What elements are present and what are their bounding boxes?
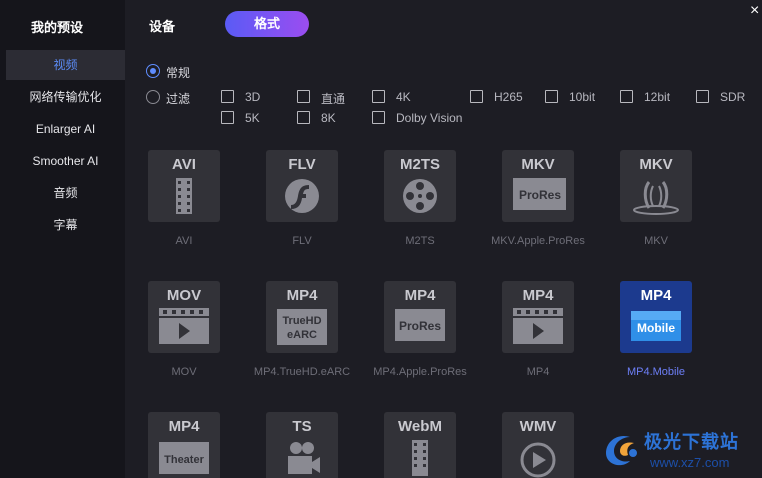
svg-text:ProRes: ProRes	[519, 188, 561, 202]
mobile-badge-icon: Mobile	[631, 311, 681, 341]
format-tile-mp4-theater[interactable]: MP4 Theater	[148, 412, 220, 478]
checkbox-3d-label: 3D	[245, 90, 261, 104]
checkbox-5k-label: 5K	[245, 111, 260, 125]
page-title: 我的预设	[31, 20, 84, 35]
checkbox-passthrough[interactable]	[297, 90, 310, 103]
format-tile-mp4-truehd[interactable]: MP4 TrueHD eARC	[266, 281, 338, 353]
format-title: M2TS	[399, 156, 440, 173]
checkbox-5k[interactable]	[221, 111, 234, 124]
radio-filter-label: 过滤	[166, 92, 191, 106]
format-label-mov: MOV	[171, 366, 197, 378]
format-tile-mkv[interactable]: MKV	[620, 150, 692, 222]
format-tile-ts[interactable]: TS	[266, 412, 338, 478]
format-label-avi: AVI	[175, 235, 193, 247]
format-tile-avi[interactable]: AVI	[148, 150, 220, 222]
camera-icon	[288, 442, 320, 474]
checkbox-dolby-vision[interactable]	[372, 111, 385, 124]
format-title: MKV	[521, 156, 555, 173]
format-tile-mp4-prores[interactable]: MP4 ProRes	[384, 281, 456, 353]
watermark-logo-icon	[606, 435, 637, 466]
format-tile-mov[interactable]: MOV	[148, 281, 220, 353]
format-tile-flv[interactable]: FLV	[266, 150, 338, 222]
checkbox-10bit-label: 10bit	[569, 90, 596, 104]
checkbox-h265-label: H265	[494, 90, 523, 104]
sidebar-item-enlarger-ai[interactable]: Enlarger AI	[6, 114, 125, 144]
format-label-flv: FLV	[292, 235, 312, 247]
sidebar-item-network-optimization[interactable]: 网络传输优化	[6, 82, 125, 112]
sidebar-item-video[interactable]: 视频	[6, 50, 125, 80]
format-label-mp4-mobile: MP4.Mobile	[626, 366, 686, 378]
checkbox-12bit[interactable]	[620, 90, 633, 103]
radio-normal[interactable]	[146, 64, 160, 78]
checkbox-passthrough-label: 直通	[321, 92, 346, 106]
format-title: MP4	[522, 287, 554, 304]
checkbox-8k[interactable]	[297, 111, 310, 124]
flash-icon	[285, 179, 319, 213]
film-icon	[176, 178, 192, 214]
format-tile-webm[interactable]: WebM	[384, 412, 456, 478]
format-title: MP4	[286, 287, 318, 304]
checkbox-10bit[interactable]	[545, 90, 558, 103]
format-tile-mp4[interactable]: MP4	[502, 281, 574, 353]
checkbox-sdr-label: SDR	[720, 90, 746, 104]
sidebar: 视频 网络传输优化 Enlarger AI Smoother AI 音频 字幕	[0, 48, 125, 478]
watermark-url: www.xz7.com	[650, 455, 730, 470]
truehd-badge-icon: TrueHD eARC	[277, 309, 327, 345]
format-tile-wmv[interactable]: WMV	[502, 412, 574, 478]
checkbox-8k-label: 8K	[321, 111, 336, 125]
format-tile-mp4-mobile[interactable]: MP4 Mobile	[620, 281, 692, 353]
radio-normal-label: 常规	[166, 66, 191, 80]
radio-filter[interactable]	[146, 90, 160, 104]
play-circle-icon	[520, 442, 556, 478]
format-title: MOV	[166, 287, 202, 304]
svg-text:eARC: eARC	[287, 329, 317, 341]
sidebar-item-smoother-ai[interactable]: Smoother AI	[6, 146, 125, 176]
format-tile-m2ts[interactable]: M2TS	[384, 150, 456, 222]
watermark: 极光下载站 www.xz7.com	[596, 425, 762, 477]
format-label-mp4: MP4	[526, 366, 550, 378]
format-tile-mkv-prores[interactable]: MKV ProRes	[502, 150, 574, 222]
watermark-text: 极光下载站	[644, 432, 739, 452]
svg-text:Theater: Theater	[164, 454, 204, 466]
sidebar-item-subtitles[interactable]: 字幕	[6, 210, 125, 240]
tab-format[interactable]: 格式	[225, 11, 309, 37]
matroska-icon	[633, 181, 679, 215]
svg-text:Mobile: Mobile	[637, 321, 675, 335]
checkbox-3d[interactable]	[221, 90, 234, 103]
checkbox-sdr[interactable]	[696, 90, 709, 103]
format-title: WebM	[398, 418, 442, 435]
format-label-mp4-prores: MP4.Apple.ProRes	[373, 366, 467, 378]
checkbox-dolby-vision-label: Dolby Vision	[396, 111, 463, 125]
tab-device[interactable]: 设备	[149, 16, 175, 35]
reel-icon	[403, 179, 437, 213]
format-label-mkv: MKV	[644, 235, 668, 247]
format-title: FLV	[288, 156, 316, 173]
clapper-play-icon	[159, 308, 209, 344]
svg-text:ProRes: ProRes	[399, 319, 441, 333]
format-label-m2ts: M2TS	[405, 235, 435, 247]
format-title: MKV	[639, 156, 673, 173]
svg-text:TrueHD: TrueHD	[282, 315, 321, 327]
format-label-mp4-truehd: MP4.TrueHD.eARC	[253, 366, 351, 378]
format-title: MP4	[404, 287, 436, 304]
format-title: TS	[292, 418, 312, 435]
format-title: MP4	[640, 287, 672, 304]
film-icon	[412, 440, 428, 476]
prores-badge-icon: ProRes	[395, 309, 445, 341]
format-title: MP4	[168, 418, 200, 435]
theater-badge-icon: Theater	[159, 442, 209, 474]
checkbox-4k[interactable]	[372, 90, 385, 103]
preset-dialog: 我的预设 设备 格式 × 视频 网络传输优化 Enlarger AI Smoot…	[0, 0, 762, 478]
checkbox-4k-label: 4K	[396, 90, 411, 104]
format-title: AVI	[172, 156, 196, 173]
prores-badge-icon: ProRes	[513, 178, 566, 210]
sidebar-item-audio[interactable]: 音频	[6, 178, 125, 208]
close-icon[interactable]: ×	[750, 3, 762, 19]
checkbox-12bit-label: 12bit	[644, 90, 671, 104]
format-label-mkv-prores: MKV.Apple.ProRes	[491, 235, 585, 247]
clapper-play-icon	[513, 308, 563, 344]
checkbox-h265[interactable]	[470, 90, 483, 103]
format-title: WMV	[519, 418, 557, 435]
